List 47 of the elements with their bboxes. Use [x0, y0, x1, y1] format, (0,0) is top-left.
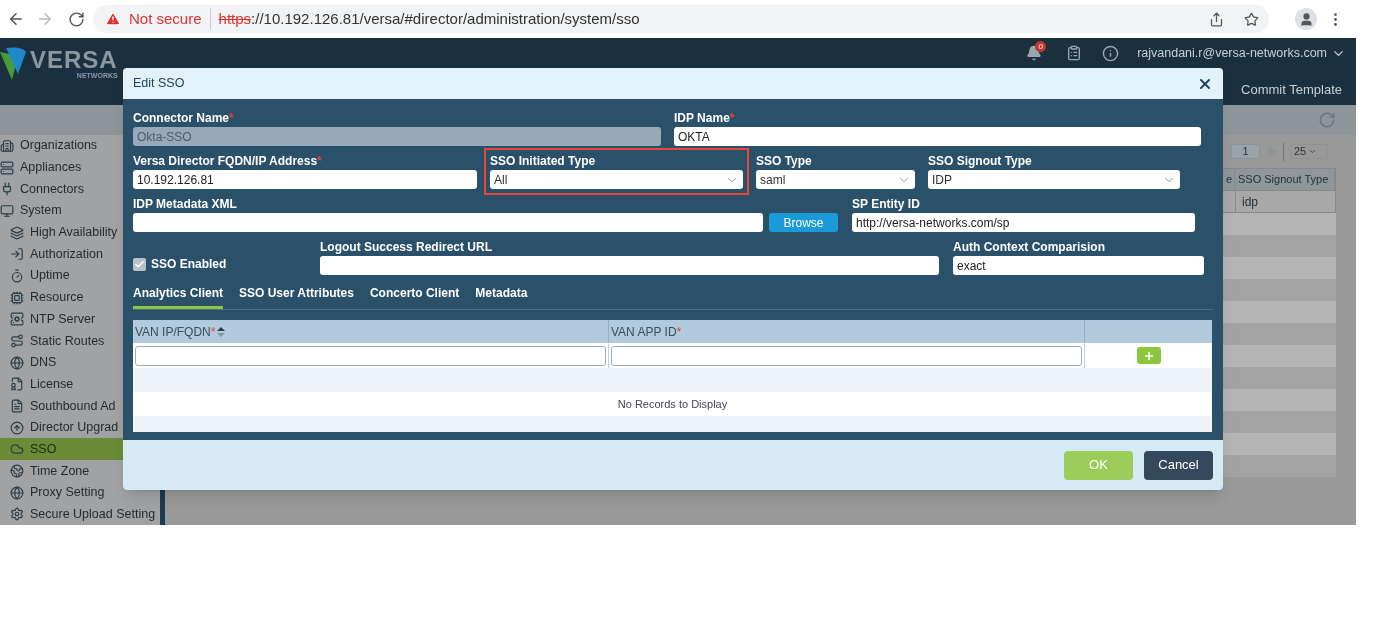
sidebar-item[interactable]: License [0, 373, 160, 396]
field-label: IDP Name* [674, 111, 736, 126]
security-warning: Not secure [129, 7, 211, 31]
column-header[interactable]: VAN APP ID* [609, 320, 1085, 343]
tab[interactable]: Concerto Client [369, 282, 460, 309]
field-label: IDP Metadata XML [133, 197, 238, 212]
tab[interactable]: Analytics Client [133, 282, 224, 309]
text-field[interactable]: OKTA [674, 127, 1201, 146]
field-label: Logout Success Redirect URL [320, 240, 494, 255]
field-label: Versa Director FQDN/IP Address* [133, 154, 323, 169]
field-label: SSO Signout Type [928, 154, 1033, 169]
address-bar[interactable]: Not secure https://10.192.126.81/versa/#director/administration/system/sso [93, 5, 1269, 33]
user-email[interactable]: rajvandani.r@versa-networks.com [1137, 43, 1327, 63]
page-number-field[interactable]: 1 [1231, 144, 1260, 159]
field-label: SSO Type [756, 154, 813, 169]
text-field[interactable]: 10.192.126.81 [133, 170, 477, 189]
text-field[interactable]: exact [953, 256, 1204, 275]
text-field[interactable]: http://versa-networks.com/sp [852, 213, 1195, 232]
sidebar-item[interactable]: Secure Upload Setting [0, 503, 160, 525]
dialog-title: Edit SSO [133, 75, 185, 93]
page-size-select[interactable]: 25 [1290, 144, 1328, 159]
sidebar-item[interactable]: Proxy Setting [0, 481, 160, 504]
select-field[interactable]: All [490, 170, 743, 189]
field-label: SP Entity ID [852, 197, 921, 212]
empty-message: No Records to Display [617, 396, 728, 412]
notification-badge: 0 [1035, 41, 1047, 52]
browse-button[interactable]: Browse [769, 213, 838, 232]
sidebar-item[interactable]: High Availability [0, 221, 160, 244]
field-label: Connector Name* [133, 111, 235, 126]
sidebar-item[interactable]: Southbound Ad [0, 395, 160, 417]
url-text: https://10.192.126.81/versa/#director/administration/system/sso [218, 8, 640, 29]
checkbox-label: SSO Enabled [151, 256, 227, 273]
logo-text: VERSA [30, 47, 118, 72]
tab[interactable]: Metadata [475, 282, 528, 309]
tab[interactable]: SSO User Attributes [239, 282, 354, 309]
sidebar-item[interactable]: Director Upgrad [0, 416, 160, 439]
column-header: SSO Signout Type [1235, 169, 1335, 190]
sidebar-item[interactable]: DNS [0, 351, 160, 374]
commit-template-link[interactable]: Commit Template [1241, 79, 1342, 100]
table-cell: idp [1235, 191, 1335, 212]
field-label: Auth Context Comparision [953, 240, 1106, 255]
select-field[interactable]: IDP [928, 170, 1180, 189]
column-header[interactable]: VAN IP/FQDN* [133, 320, 609, 343]
select-field[interactable]: saml [756, 170, 915, 189]
cancel-button[interactable]: Cancel [1144, 450, 1213, 480]
field-label: SSO Initiated Type [490, 154, 597, 169]
sidebar-item[interactable]: Time Zone [0, 460, 160, 482]
